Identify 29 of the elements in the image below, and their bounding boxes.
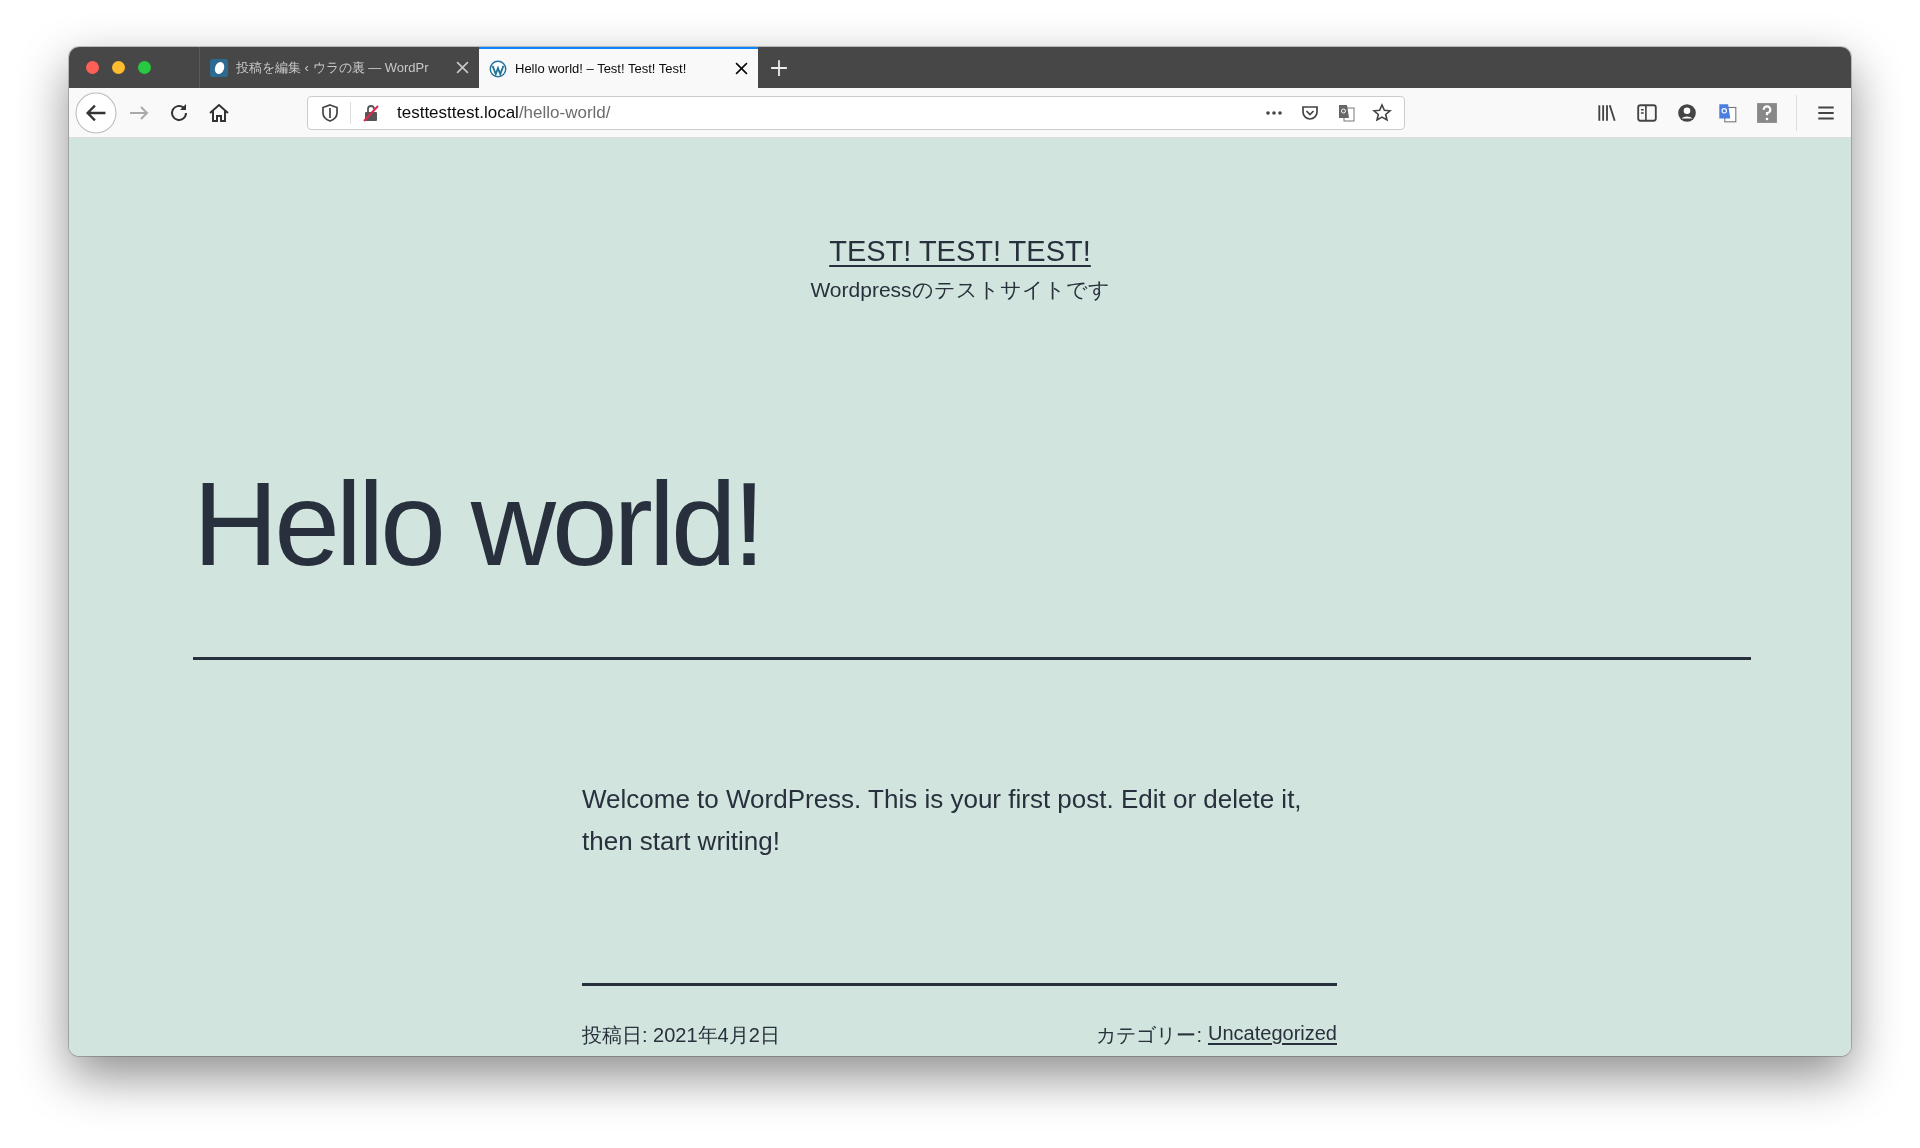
help-icon[interactable] bbox=[1756, 101, 1778, 124]
zoom-window-button[interactable] bbox=[138, 61, 151, 74]
browser-tab[interactable]: 投稿を編集 ‹ ウラの裏 — WordPr bbox=[200, 47, 479, 88]
translate-icon[interactable] bbox=[1336, 102, 1356, 123]
post-title: Hello world! bbox=[193, 457, 763, 592]
category-link[interactable]: Uncategorized bbox=[1208, 1021, 1337, 1049]
site-title-link[interactable]: TEST! TEST! TEST! bbox=[829, 235, 1091, 268]
star-icon[interactable] bbox=[1372, 102, 1392, 123]
browser-tab[interactable]: Hello world! – Test! Test! Test! bbox=[479, 47, 758, 88]
post-paragraph: Welcome to WordPress. This is your first post. Edit or delete it, then start writing! bbox=[582, 782, 1303, 858]
site-tagline: Wordpressのテストサイトです bbox=[810, 277, 1110, 303]
address-bar[interactable]: testtesttest.local/hello-world/ bbox=[307, 95, 1405, 130]
back-button[interactable] bbox=[75, 91, 117, 134]
post-date: 投稿日: 2021年4月2日 bbox=[582, 1022, 780, 1048]
account-icon[interactable] bbox=[1676, 101, 1698, 124]
url-text[interactable]: testtesttest.local/hello-world/ bbox=[397, 102, 1248, 123]
site-favicon-icon bbox=[210, 58, 228, 77]
close-tab-icon[interactable] bbox=[735, 62, 748, 75]
translate-icon[interactable] bbox=[1716, 101, 1738, 124]
wordpress-icon bbox=[489, 59, 507, 78]
category-label: カテゴリー: bbox=[1096, 1022, 1203, 1048]
insecure-lock-icon[interactable] bbox=[361, 102, 381, 123]
tab-title: 投稿を編集 ‹ ウラの裏 — WordPr bbox=[236, 58, 430, 77]
tab-title: Hello world! – Test! Test! Test! bbox=[515, 61, 688, 76]
close-window-button[interactable] bbox=[86, 61, 99, 74]
shield-icon[interactable] bbox=[320, 102, 340, 123]
minimize-window-button[interactable] bbox=[112, 61, 125, 74]
sidebar-icon[interactable] bbox=[1636, 101, 1658, 124]
new-tab-icon[interactable] bbox=[770, 58, 788, 77]
